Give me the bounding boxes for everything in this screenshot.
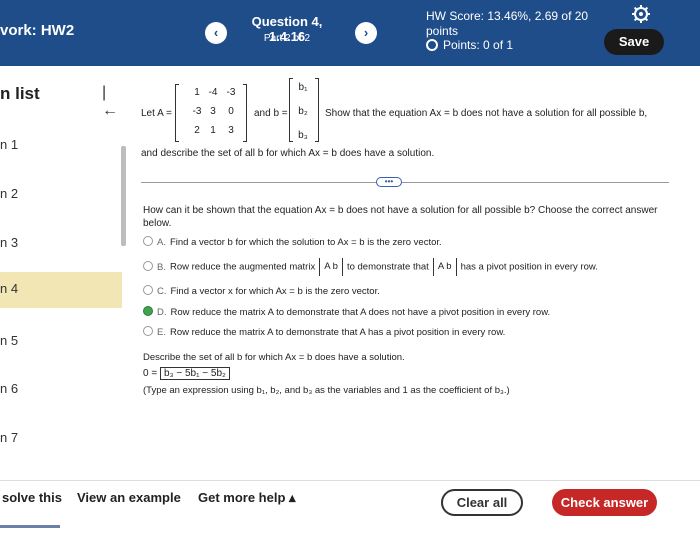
- chevron-right-icon: ›: [363, 25, 369, 40]
- prev-question-button[interactable]: ‹: [205, 22, 227, 44]
- problem-statement: Let A = 1 -4 -3 -3 3 0 2 1 3 and b = b₁ …: [141, 78, 681, 144]
- more-options-button[interactable]: •••: [376, 177, 402, 187]
- vector-cell: b₃: [298, 130, 308, 141]
- option-d[interactable]: D. Row reduce the matrix A to demonstrate…: [143, 306, 550, 320]
- homework-title: vork: HW2: [0, 22, 75, 39]
- sidebar-item-2[interactable]: n 2: [0, 177, 122, 213]
- settings-gear-icon[interactable]: [631, 4, 651, 24]
- matrix-cell: -4: [208, 87, 218, 98]
- answer-hint: (Type an expression using b₁, b₂, and b₃…: [143, 385, 510, 396]
- question-prompt: How can it be shown that the equation Ax…: [143, 205, 658, 229]
- option-c[interactable]: C. Find a vector x for which Ax = b is th…: [143, 285, 380, 299]
- sidebar-item-7[interactable]: n 7: [0, 421, 122, 457]
- vector-bracket-left: [289, 78, 293, 142]
- radio-selected-icon[interactable]: [143, 306, 153, 316]
- radio-icon[interactable]: [143, 260, 153, 271]
- sidebar-scrollbar[interactable]: [121, 146, 126, 246]
- app-root: vork: HW2 ‹ Question 4, 1.4.16 Part 2 of…: [0, 0, 700, 536]
- vector-cell: b₁: [298, 82, 308, 93]
- sidebar-item-4[interactable]: n 4: [0, 272, 122, 308]
- matrix-cell: 2: [194, 125, 200, 136]
- option-letter: A.: [157, 237, 166, 248]
- option-text: Row reduce the matrix A to demonstrate t…: [170, 307, 551, 318]
- option-text: Find a vector b for which the solution t…: [169, 237, 442, 248]
- option-letter: B.: [157, 261, 166, 273]
- option-text: Row reduce the augmented matrix: [169, 261, 316, 273]
- collapse-sidebar-icon[interactable]: |←: [102, 84, 122, 120]
- radio-icon[interactable]: [143, 236, 153, 246]
- statement-text: Show that the equation Ax = b does not h…: [325, 108, 648, 119]
- matrix-cell: 3: [228, 125, 234, 136]
- option-text: has a pivot position in every row.: [460, 261, 598, 273]
- save-button[interactable]: Save: [604, 29, 664, 55]
- matrix-bracket-right: [243, 84, 247, 142]
- question-part: Part 2 of 2: [263, 33, 311, 44]
- points-label: Points: 0 of 1: [443, 38, 514, 52]
- option-text: Row reduce the matrix A to demonstrate t…: [169, 327, 506, 338]
- check-answer-button[interactable]: Check answer: [552, 489, 657, 516]
- matrix-cell: 1: [194, 87, 200, 98]
- vector-bracket-right: [315, 78, 319, 142]
- chevron-left-icon: ‹: [213, 25, 219, 40]
- points-status: Points: 0 of 1: [426, 38, 513, 52]
- points-circle-icon: [426, 39, 438, 51]
- and-b-label: and b =: [254, 108, 288, 119]
- sidebar-title: n list: [0, 84, 40, 103]
- augmented-matrix: A b: [432, 258, 457, 276]
- radio-icon[interactable]: [143, 285, 153, 295]
- option-letter: E.: [157, 327, 166, 338]
- view-example-link[interactable]: View an example: [77, 490, 181, 505]
- option-text: to demonstrate that: [346, 261, 429, 273]
- get-more-help-link[interactable]: Get more help ▴: [198, 490, 296, 506]
- sidebar-item-1[interactable]: n 1: [0, 128, 122, 164]
- matrix-cell: -3: [226, 87, 236, 98]
- radio-icon[interactable]: [143, 326, 153, 336]
- option-text: Find a vector x for which Ax = b is the …: [170, 286, 380, 297]
- option-e[interactable]: E. Row reduce the matrix A to demonstrate…: [143, 326, 505, 340]
- statement-continuation: and describe the set of all b for which …: [141, 148, 435, 159]
- let-a-label: Let A =: [141, 108, 172, 119]
- bottom-strip-mark: [0, 525, 60, 528]
- help-me-solve-link[interactable]: solve this: [2, 490, 62, 505]
- answer-input[interactable]: b₃ − 5b₁ − 5b₂: [159, 367, 230, 380]
- matrix-cell: -3: [192, 106, 202, 117]
- option-a[interactable]: A. Find a vector b for which the solution…: [143, 236, 442, 250]
- matrix-cell: 3: [210, 106, 216, 117]
- next-question-button[interactable]: ›: [355, 22, 377, 44]
- sidebar-item-6[interactable]: n 6: [0, 372, 122, 408]
- answer-line: 0 = b₃ − 5b₁ − 5b₂: [143, 367, 230, 380]
- option-b[interactable]: B. Row reduce the augmented matrix A b to d…: [143, 258, 598, 280]
- answer-prefix: 0 =: [143, 368, 158, 379]
- matrix-cell: 0: [228, 106, 234, 117]
- vector-cell: b₂: [298, 106, 308, 117]
- section-divider: [141, 182, 669, 183]
- augmented-matrix: A b: [319, 258, 343, 276]
- sidebar-item-5[interactable]: n 5: [0, 324, 122, 360]
- matrix-cell: 1: [210, 125, 216, 136]
- describe-prompt: Describe the set of all b for which Ax =…: [143, 352, 405, 363]
- clear-all-button[interactable]: Clear all: [441, 489, 523, 516]
- sidebar-item-3[interactable]: n 3: [0, 226, 122, 262]
- question-content: Let A = 1 -4 -3 -3 3 0 2 1 3 and b = b₁ …: [130, 66, 700, 480]
- question-list-sidebar: n list |← n 1 n 2 n 3 n 4 n 5 n 6 n 7: [0, 66, 122, 480]
- matrix-bracket-left: [175, 84, 179, 142]
- footer-bar: solve this View an example Get more help…: [0, 480, 700, 536]
- top-bar: vork: HW2 ‹ Question 4, 1.4.16 Part 2 of…: [0, 0, 700, 66]
- option-letter: D.: [157, 307, 167, 318]
- hw-score: HW Score: 13.46%, 2.69 of 20 points: [426, 9, 589, 38]
- option-letter: C.: [157, 286, 167, 297]
